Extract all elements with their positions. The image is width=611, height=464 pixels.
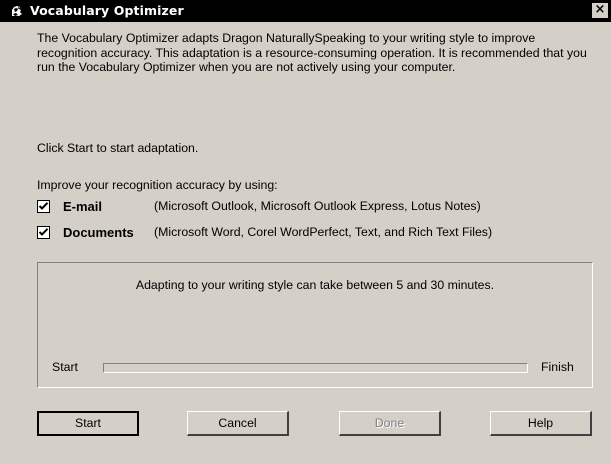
option-email[interactable]: E-mail (Microsoft Outlook, Microsoft Out… xyxy=(37,199,557,215)
start-button[interactable]: Start xyxy=(37,411,139,436)
email-checkbox[interactable] xyxy=(37,200,50,213)
progress-message: Adapting to your writing style can take … xyxy=(135,278,495,292)
help-button[interactable]: Help xyxy=(490,411,592,436)
email-option-name: E-mail xyxy=(63,199,103,214)
description-text: The Vocabulary Optimizer adapts Dragon N… xyxy=(37,31,587,74)
title-bar[interactable]: Vocabulary Optimizer × xyxy=(0,0,611,22)
progress-panel: Adapting to your writing style can take … xyxy=(37,262,593,388)
cancel-button[interactable]: Cancel xyxy=(187,411,289,436)
dragon-app-icon[interactable] xyxy=(9,3,25,19)
option-documents[interactable]: Documents (Microsoft Word, Corel WordPer… xyxy=(37,225,557,241)
close-icon[interactable]: × xyxy=(592,3,608,18)
documents-checkbox[interactable] xyxy=(37,226,50,239)
documents-option-description: (Microsoft Word, Corel WordPerfect, Text… xyxy=(154,225,493,239)
done-button[interactable]: Done xyxy=(339,411,441,436)
email-option-description: (Microsoft Outlook, Microsoft Outlook Ex… xyxy=(154,199,481,213)
progress-start-label: Start xyxy=(52,360,78,374)
improve-label: Improve your recognition accuracy by usi… xyxy=(37,178,278,192)
documents-option-name: Documents xyxy=(63,225,134,240)
checkmark-icon xyxy=(38,202,49,210)
checkmark-icon xyxy=(38,228,49,236)
window-title: Vocabulary Optimizer xyxy=(30,3,184,18)
instruction-text: Click Start to start adaptation. xyxy=(37,141,199,155)
progress-finish-label: Finish xyxy=(541,360,574,374)
progress-bar xyxy=(103,363,528,373)
